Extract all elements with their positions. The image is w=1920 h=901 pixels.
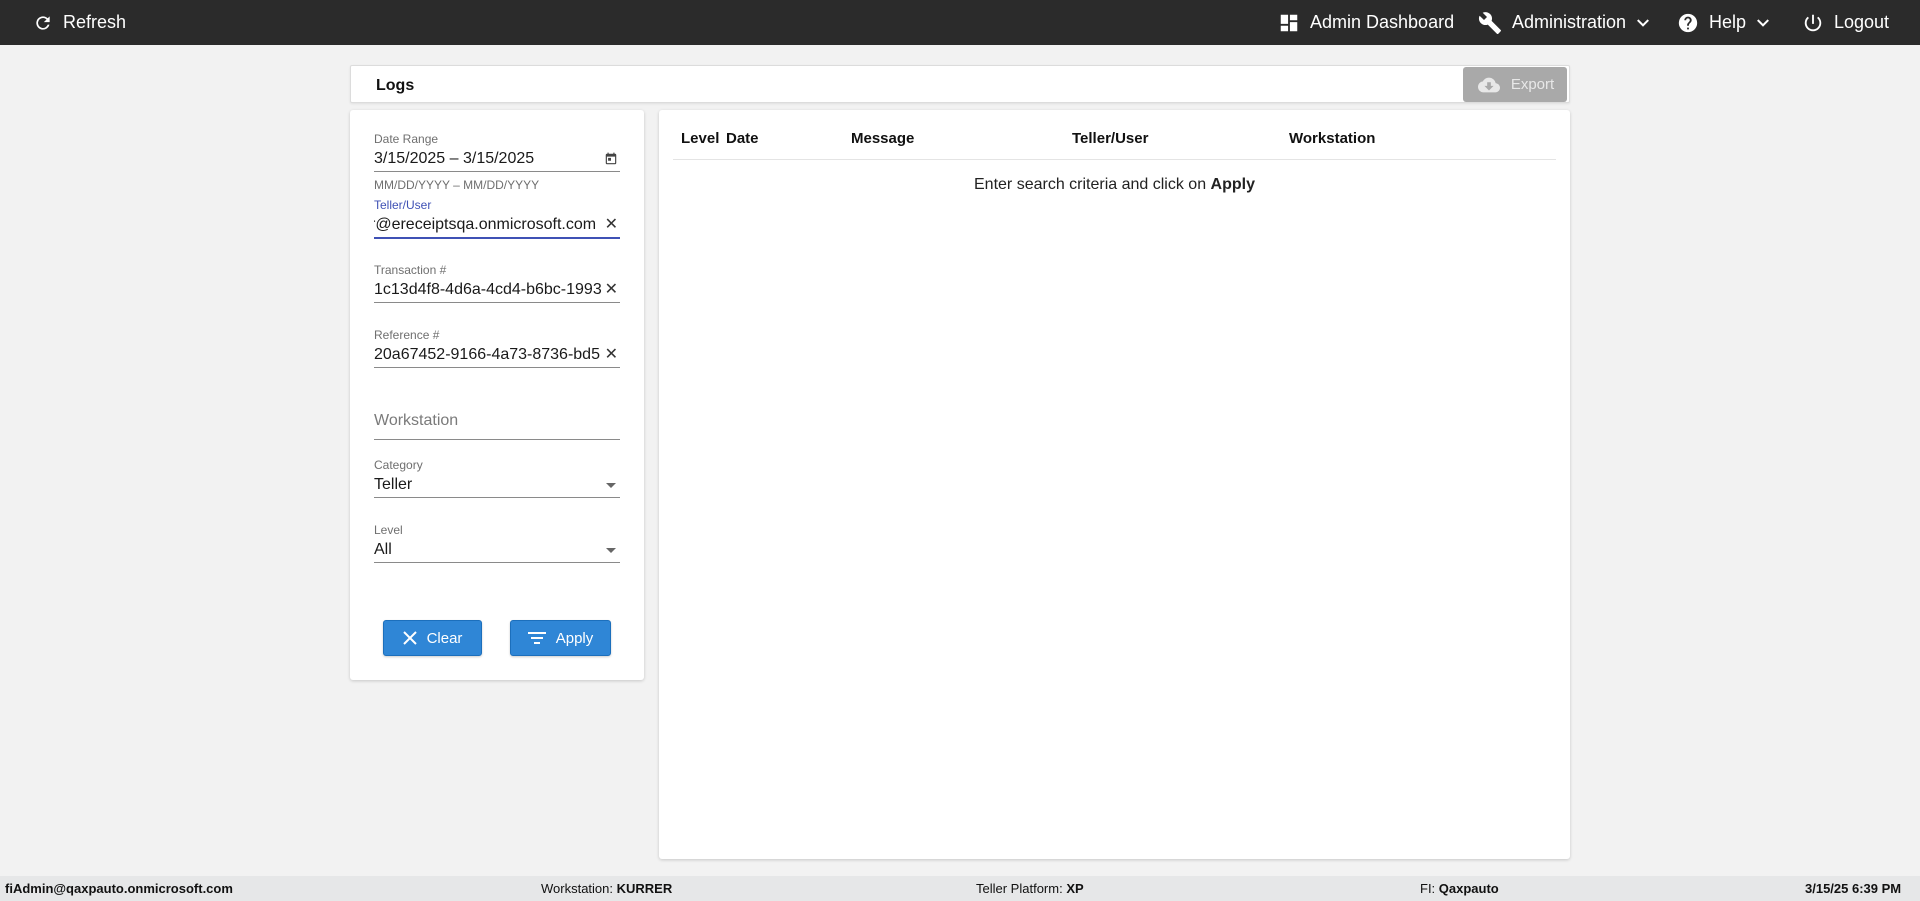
status-workstation: Workstation: KURRER [541, 881, 672, 896]
level-underline [374, 562, 620, 563]
dropdown-arrow-icon[interactable] [606, 483, 616, 488]
category-underline [374, 497, 620, 498]
transaction-label: Transaction # [374, 263, 447, 277]
calendar-icon[interactable] [604, 152, 618, 166]
column-header-date[interactable]: Date [726, 130, 759, 147]
status-platform-label: Teller Platform: [976, 881, 1067, 896]
admin-dashboard-label: Admin Dashboard [1310, 12, 1455, 32]
empty-message-text: Enter search criteria and click on [974, 176, 1211, 193]
empty-message-apply: Apply [1210, 176, 1255, 193]
level-label: Level [374, 523, 403, 537]
filter-icon [527, 632, 546, 644]
cloud-download-icon [1477, 77, 1500, 92]
apply-label: Apply [555, 629, 594, 647]
empty-state-message: Enter search criteria and click on Apply [659, 176, 1570, 194]
date-range-underline [374, 171, 620, 172]
help-icon [1678, 13, 1698, 32]
administration-label: Administration [1512, 12, 1627, 32]
admin-dashboard-link[interactable]: Admin Dashboard [1278, 0, 1454, 45]
category-value-wrap[interactable]: Teller [374, 473, 620, 497]
logout-button[interactable]: Logout [1802, 0, 1889, 45]
export-button[interactable]: Export [1463, 67, 1567, 102]
status-bar: fiAdmin@qaxpauto.onmicrosoft.com Worksta… [0, 876, 1920, 901]
dashboard-icon [1280, 14, 1298, 31]
status-fi: FI: Qaxpauto [1420, 881, 1499, 896]
status-workstation-value: KURRER [616, 881, 673, 896]
workstation-input[interactable]: Workstation [374, 409, 620, 433]
status-platform: Teller Platform: XP [976, 881, 1084, 896]
column-header-message[interactable]: Message [851, 130, 914, 147]
chevron-down-icon [1637, 18, 1650, 27]
level-select[interactable]: Level All [374, 523, 620, 563]
logs-header: Logs Export [350, 65, 1570, 103]
date-range-input-wrap[interactable]: 3/15/2025 – 3/15/2025 [374, 147, 620, 171]
transaction-input-wrap[interactable]: 1c13d4f8-4d6a-4cd4-b6bc-1993 ✕ [374, 278, 620, 302]
workstation-field[interactable]: Workstation [374, 409, 620, 440]
column-header-workstation[interactable]: Workstation [1289, 130, 1375, 147]
logout-label: Logout [1834, 12, 1890, 32]
status-user: fiAdmin@qaxpauto.onmicrosoft.com [5, 881, 233, 896]
level-value[interactable]: All [374, 541, 392, 558]
administration-menu[interactable]: Administration [1478, 0, 1650, 45]
close-icon[interactable]: ✕ [605, 213, 618, 237]
top-nav-bar: Refresh Admin Dashboard Administration H… [0, 0, 1920, 45]
refresh-icon [36, 15, 50, 30]
teller-user-input-wrap[interactable]: r@ereceiptsqa.onmicrosoft.com ✕ [374, 213, 620, 237]
status-fi-label: FI: [1420, 881, 1439, 896]
reference-underline [374, 367, 620, 368]
date-range-field[interactable]: Date Range 3/15/2025 – 3/15/2025 MM/DD/Y… [374, 132, 620, 192]
teller-user-label: Teller/User [374, 198, 432, 212]
status-workstation-label: Workstation: [541, 881, 617, 896]
results-panel: Level Date Message Teller/User Workstati… [659, 110, 1570, 859]
reference-input-wrap[interactable]: 20a67452-9166-4a73-8736-bd5 ✕ [374, 343, 620, 367]
header-divider [673, 159, 1556, 160]
apply-button[interactable]: Apply [510, 620, 611, 656]
wrench-icon [1478, 11, 1501, 34]
date-range-label: Date Range [374, 132, 439, 146]
clear-label: Clear [426, 629, 463, 647]
clear-button[interactable]: Clear [383, 620, 482, 656]
status-fi-value: Qaxpauto [1438, 881, 1499, 896]
status-datetime: 3/15/25 6:39 PM [1805, 881, 1901, 896]
refresh-button[interactable]: Refresh [33, 0, 126, 45]
status-user-value: fiAdmin@qaxpauto.onmicrosoft.com [5, 881, 233, 896]
teller-user-field[interactable]: Teller/User r@ereceiptsqa.onmicrosoft.co… [374, 198, 620, 239]
dropdown-arrow-icon[interactable] [606, 548, 616, 553]
close-icon[interactable]: ✕ [605, 278, 618, 302]
close-icon[interactable]: ✕ [605, 343, 618, 367]
category-select[interactable]: Category Teller [374, 458, 620, 498]
level-value-wrap[interactable]: All [374, 538, 620, 562]
refresh-label: Refresh [63, 12, 127, 32]
export-label: Export [1510, 76, 1555, 93]
transaction-input[interactable]: 1c13d4f8-4d6a-4cd4-b6bc-1993 [374, 281, 602, 298]
reference-input[interactable]: 20a67452-9166-4a73-8736-bd5 [374, 346, 600, 363]
help-label: Help [1709, 12, 1747, 32]
column-header-teller-user[interactable]: Teller/User [1072, 130, 1148, 147]
close-icon [402, 631, 417, 645]
status-platform-value: XP [1066, 881, 1084, 896]
teller-user-input[interactable]: r@ereceiptsqa.onmicrosoft.com [374, 216, 596, 233]
help-menu[interactable]: Help [1677, 0, 1770, 45]
filter-panel: Date Range 3/15/2025 – 3/15/2025 MM/DD/Y… [350, 110, 644, 680]
status-datetime-value: 3/15/25 6:39 PM [1805, 881, 1902, 896]
workstation-underline [374, 439, 620, 440]
column-header-level[interactable]: Level [681, 130, 719, 147]
category-value[interactable]: Teller [374, 476, 412, 493]
power-icon [1804, 14, 1822, 31]
transaction-underline [374, 302, 620, 303]
reference-label: Reference # [374, 328, 440, 342]
teller-user-underline [374, 237, 620, 239]
date-range-input[interactable]: 3/15/2025 – 3/15/2025 [374, 150, 534, 167]
page-title: Logs [376, 77, 415, 94]
transaction-field[interactable]: Transaction # 1c13d4f8-4d6a-4cd4-b6bc-19… [374, 263, 620, 303]
chevron-down-icon [1757, 18, 1770, 27]
reference-field[interactable]: Reference # 20a67452-9166-4a73-8736-bd5 … [374, 328, 620, 368]
category-label: Category [374, 458, 423, 472]
date-range-hint: MM/DD/YYYY – MM/DD/YYYY [374, 178, 540, 192]
